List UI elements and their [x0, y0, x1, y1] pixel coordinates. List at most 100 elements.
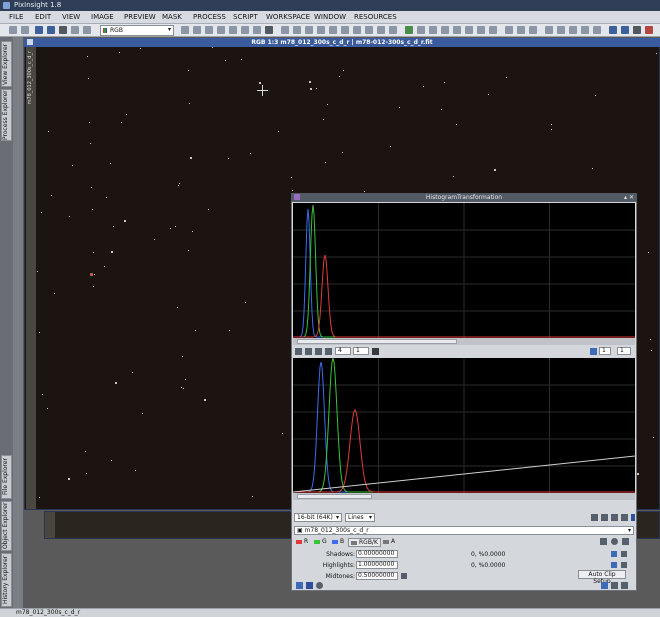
- select-icon[interactable]: [241, 26, 249, 34]
- tab-process-explorer[interactable]: Process Explorer: [1, 89, 12, 141]
- save-icon[interactable]: [47, 26, 55, 34]
- pan-icon[interactable]: [295, 348, 302, 355]
- screen-icon[interactable]: [59, 26, 67, 34]
- channel-r-icon[interactable]: [505, 26, 513, 34]
- track-view-icon[interactable]: [611, 582, 618, 589]
- menu-edit[interactable]: EDIT: [35, 13, 51, 21]
- duplicate-icon[interactable]: [71, 26, 79, 34]
- graph-icon[interactable]: [601, 514, 608, 521]
- grid-icon[interactable]: [611, 514, 618, 521]
- highlights-reset-icon[interactable]: [621, 562, 627, 568]
- highlights-input[interactable]: 1.00000000: [356, 561, 398, 569]
- target-view-select[interactable]: ▣ m78_012_300s_c_d_r ▾: [294, 526, 634, 535]
- tab-object-explorer[interactable]: Object Explorer: [1, 501, 12, 551]
- horizontal-zoom-spin[interactable]: 4: [335, 347, 351, 355]
- right-spin-a[interactable]: 1: [599, 347, 611, 355]
- highlights-auto-icon[interactable]: [611, 562, 617, 568]
- fit-window-icon[interactable]: [341, 26, 349, 34]
- channel-b-icon[interactable]: [529, 26, 537, 34]
- monitor-2-icon[interactable]: [621, 26, 629, 34]
- zoom-reset-icon[interactable]: [317, 26, 325, 34]
- color-icon[interactable]: [631, 514, 635, 521]
- fit-icon[interactable]: [193, 26, 201, 34]
- shadows-input[interactable]: 0.00000000: [356, 550, 398, 558]
- layout-5-icon[interactable]: [593, 26, 601, 34]
- curve-icon[interactable]: [621, 514, 628, 521]
- menu-mask[interactable]: MASK: [162, 13, 182, 21]
- pointer-icon[interactable]: [265, 26, 273, 34]
- color-space-select[interactable]: RGB ▾: [100, 25, 174, 36]
- mask-blue-icon[interactable]: [477, 26, 485, 34]
- monitor-3-icon[interactable]: [633, 26, 641, 34]
- monitor-icon[interactable]: [609, 26, 617, 34]
- channel-b-button[interactable]: B: [332, 538, 344, 546]
- histogram-title-bar[interactable]: HistogramTransformation ▴ ✕: [291, 193, 637, 202]
- shadows-reset-icon[interactable]: [621, 551, 627, 557]
- window-icon[interactable]: [353, 26, 361, 34]
- crosshair-icon[interactable]: [229, 26, 237, 34]
- auto-clip-setup-button[interactable]: Auto Clip Setup: [578, 570, 626, 585]
- menu-image[interactable]: IMAGE: [91, 13, 114, 21]
- channel-a-button[interactable]: A: [383, 538, 395, 546]
- tab-view-explorer[interactable]: View Explorer: [1, 41, 12, 87]
- log-icon[interactable]: [591, 514, 598, 521]
- pan-icon[interactable]: [217, 26, 225, 34]
- layout-icon[interactable]: [545, 26, 553, 34]
- zoom-1-1-icon[interactable]: [305, 26, 313, 34]
- close-icon[interactable]: ✕: [629, 194, 634, 201]
- tab-history-explorer[interactable]: History Explorer: [1, 553, 12, 607]
- preview-icon[interactable]: [253, 26, 261, 34]
- shadows-auto-icon[interactable]: [611, 551, 617, 557]
- layout-2-icon[interactable]: [557, 26, 565, 34]
- move-icon[interactable]: [325, 348, 332, 355]
- zoom-out-icon[interactable]: [293, 26, 301, 34]
- mask-show-icon[interactable]: [405, 26, 413, 34]
- window-4-icon[interactable]: [389, 26, 397, 34]
- layout-4-icon[interactable]: [581, 26, 589, 34]
- undo-icon[interactable]: [9, 26, 17, 34]
- channel-r-button[interactable]: R: [296, 538, 308, 546]
- close-all-icon[interactable]: [645, 26, 653, 34]
- mask-stf-icon[interactable]: [489, 26, 497, 34]
- zoom-fit-icon[interactable]: [305, 348, 312, 355]
- mask-icon[interactable]: [417, 26, 425, 34]
- zoom-full-icon[interactable]: [329, 26, 337, 34]
- zoom-fit-icon[interactable]: [205, 26, 213, 34]
- scrollbar-thumb[interactable]: [297, 339, 457, 344]
- menu-script[interactable]: SCRIPT: [233, 13, 258, 21]
- midtones-reset-icon[interactable]: [401, 573, 407, 579]
- apply-icon[interactable]: [306, 582, 313, 589]
- output-histogram-scrollbar[interactable]: [293, 493, 635, 500]
- menu-file[interactable]: FILE: [9, 13, 23, 21]
- shade-icon[interactable]: ▴: [624, 194, 627, 201]
- image-window-title-bar[interactable]: RGB 1:3 m78_012_300s_c_d_r | m78-012-300…: [24, 38, 660, 47]
- image-window-side-strip[interactable]: m78_012_300s_c_d_r: [26, 47, 36, 509]
- apply-global-icon[interactable]: [316, 582, 323, 589]
- window-3-icon[interactable]: [377, 26, 385, 34]
- move-icon[interactable]: [181, 26, 189, 34]
- midtones-input[interactable]: 0.50000000: [356, 572, 398, 580]
- display-mode-select[interactable]: Lines ▾: [345, 513, 375, 522]
- channel-g-icon[interactable]: [517, 26, 525, 34]
- refresh-icon[interactable]: [83, 26, 91, 34]
- mask-red-icon[interactable]: [453, 26, 461, 34]
- target-icon[interactable]: [622, 538, 629, 545]
- vertical-icon[interactable]: [590, 348, 597, 355]
- magnifier-icon[interactable]: [372, 348, 379, 355]
- menu-resources[interactable]: RESOURCES: [354, 13, 397, 21]
- mask-invert-icon[interactable]: [429, 26, 437, 34]
- right-spin-b[interactable]: 1: [617, 347, 631, 355]
- reset-icon[interactable]: [621, 582, 628, 589]
- window-2-icon[interactable]: [365, 26, 373, 34]
- menu-workspace[interactable]: WORKSPACE: [266, 13, 310, 21]
- output-histogram-graph[interactable]: [293, 358, 635, 493]
- vertical-zoom-spin[interactable]: 1: [353, 347, 369, 355]
- input-histogram-scrollbar[interactable]: [293, 338, 635, 345]
- bit-depth-select[interactable]: 16-bit (64K) ▾: [294, 513, 342, 522]
- open-icon[interactable]: [35, 26, 43, 34]
- channel-rgbk-button[interactable]: RGB/K: [348, 538, 381, 547]
- crosshair-icon[interactable]: [600, 538, 607, 545]
- zoom-in-icon[interactable]: [281, 26, 289, 34]
- tab-file-explorer[interactable]: File Explorer: [1, 455, 12, 499]
- layout-3-icon[interactable]: [569, 26, 577, 34]
